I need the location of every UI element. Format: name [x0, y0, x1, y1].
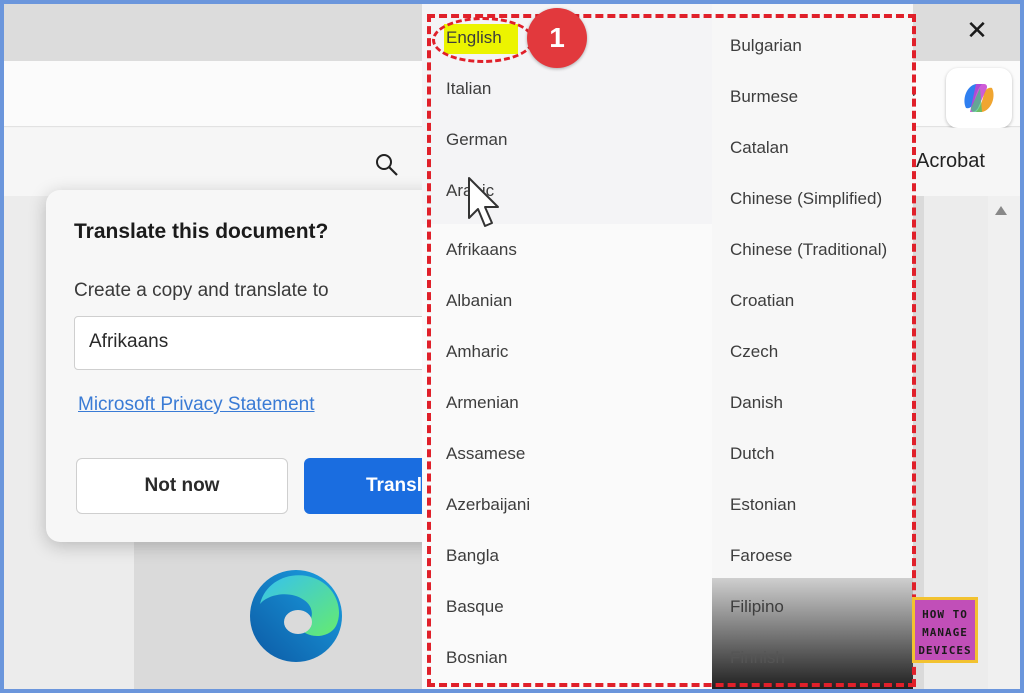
- scrollbar[interactable]: [988, 196, 1020, 689]
- annotation-oval: [432, 17, 534, 63]
- copilot-button[interactable]: [946, 68, 1012, 128]
- language-select[interactable]: Afrikaans: [74, 316, 444, 370]
- logo-line-1: HOW TO: [922, 608, 968, 621]
- search-icon[interactable]: [374, 152, 400, 178]
- dialog-subtitle: Create a copy and translate to: [74, 280, 329, 301]
- annotation-box: [427, 14, 916, 687]
- privacy-link[interactable]: Microsoft Privacy Statement: [78, 394, 315, 416]
- not-now-button[interactable]: Not now: [76, 458, 288, 514]
- translate-dialog: Translate this document? Create a copy a…: [46, 190, 464, 542]
- logo-line-2: MANAGE: [922, 626, 968, 639]
- close-icon[interactable]: ✕: [964, 18, 990, 44]
- copilot-icon: [964, 84, 994, 112]
- how-to-manage-devices-logo: HOW TO MANAGE DEVICES: [912, 597, 978, 663]
- screenshot-frame: ✕ Acrobat Translate this document? Creat…: [4, 4, 1020, 689]
- step-badge: 1: [527, 8, 587, 68]
- dialog-title: Translate this document?: [74, 220, 329, 243]
- mouse-cursor-icon: [468, 177, 499, 227]
- selected-language: Afrikaans: [89, 331, 169, 352]
- acrobat-button[interactable]: Acrobat: [916, 150, 985, 173]
- scroll-up-icon[interactable]: [995, 206, 1007, 215]
- edge-logo-icon: [250, 570, 342, 662]
- logo-line-3: DEVICES: [918, 644, 972, 657]
